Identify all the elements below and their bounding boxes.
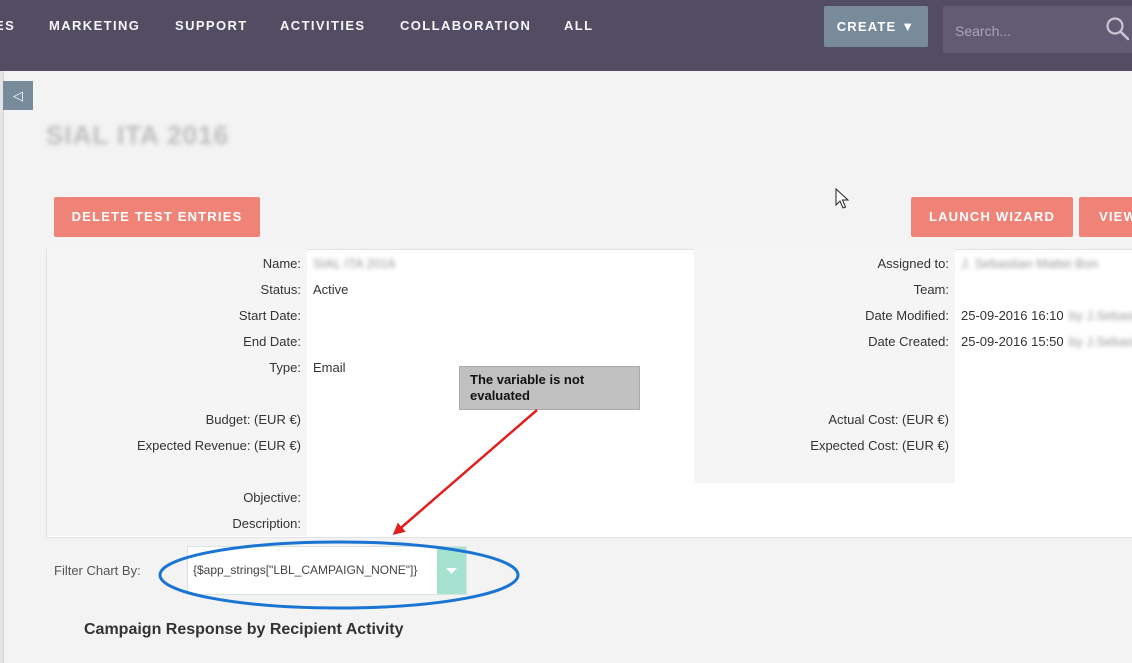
date-modified-value: 25-09-2016 16:10 xyxy=(961,308,1064,323)
end-date-label: End Date: xyxy=(243,334,301,349)
type-value: Email xyxy=(313,360,346,375)
actual-cost-label: Actual Cost: (EUR €) xyxy=(828,412,949,427)
team-label: Team: xyxy=(913,282,949,297)
nav-item-marketing[interactable]: MARKETING xyxy=(49,18,140,33)
page-title: SIAL ITA 2016 xyxy=(46,120,230,150)
filter-chart-select[interactable]: {$app_strings["LBL_CAMPAIGN_NONE"]} xyxy=(187,546,467,595)
delete-test-entries-button[interactable]: DELETE TEST ENTRIES xyxy=(54,197,260,237)
mouse-cursor-icon xyxy=(835,188,849,209)
objective-label: Objective: xyxy=(243,490,301,505)
nav-item-activities[interactable]: ACTIVITIES xyxy=(280,18,366,33)
date-modified-by: by J.Sebastian xyxy=(1069,308,1132,323)
top-navigation-bar: ES MARKETING SUPPORT ACTIVITIES COLLABOR… xyxy=(0,0,1132,71)
filter-chart-selected-value: {$app_strings["LBL_CAMPAIGN_NONE"]} xyxy=(193,563,418,577)
date-modified-label: Date Modified: xyxy=(865,308,949,323)
nav-item-collaboration[interactable]: COLLABORATION xyxy=(400,18,531,33)
name-value: SIAL ITA 2016 xyxy=(313,256,396,271)
search-input[interactable] xyxy=(953,19,1097,43)
sidebar-toggle-button[interactable]: ◁ xyxy=(3,81,33,110)
search-box xyxy=(943,6,1132,53)
launch-wizard-button[interactable]: LAUNCH WIZARD xyxy=(911,197,1073,237)
budget-label: Budget: (EUR €) xyxy=(205,412,301,427)
start-date-label: Start Date: xyxy=(238,308,301,323)
date-created-by: by J.Sebastian xyxy=(1069,334,1132,349)
search-icon[interactable] xyxy=(1105,16,1131,42)
description-label: Description: xyxy=(232,516,301,531)
view-button[interactable]: VIEW xyxy=(1079,197,1132,237)
chart-title: Campaign Response by Recipient Activity xyxy=(84,621,404,638)
nav-item-sales-partial[interactable]: ES xyxy=(0,18,15,33)
create-button[interactable]: CREATE ▼ xyxy=(824,6,928,47)
annotation-note: The variable is not evaluated xyxy=(459,366,640,410)
nav-item-support[interactable]: SUPPORT xyxy=(175,18,248,33)
date-created-value: 25-09-2016 15:50 xyxy=(961,334,1064,349)
sidebar-strip xyxy=(0,71,4,663)
date-created-label: Date Created: xyxy=(868,334,949,349)
type-label: Type: xyxy=(269,360,301,375)
filter-dropdown-button[interactable] xyxy=(437,547,466,594)
assigned-to-value[interactable]: J. Sebastian Mattei Bon xyxy=(961,256,1098,271)
assigned-to-label: Assigned to: xyxy=(877,256,949,271)
name-label: Name: xyxy=(262,256,301,271)
status-value: Active xyxy=(313,282,349,297)
expected-cost-label: Expected Cost: (EUR €) xyxy=(810,438,949,453)
nav-item-all[interactable]: ALL xyxy=(564,18,593,33)
expected-revenue-label: Expected Revenue: (EUR €) xyxy=(136,438,301,453)
chevron-down-icon xyxy=(446,568,457,574)
filter-chart-label: Filter Chart By: xyxy=(54,563,141,578)
status-label: Status: xyxy=(260,282,301,297)
